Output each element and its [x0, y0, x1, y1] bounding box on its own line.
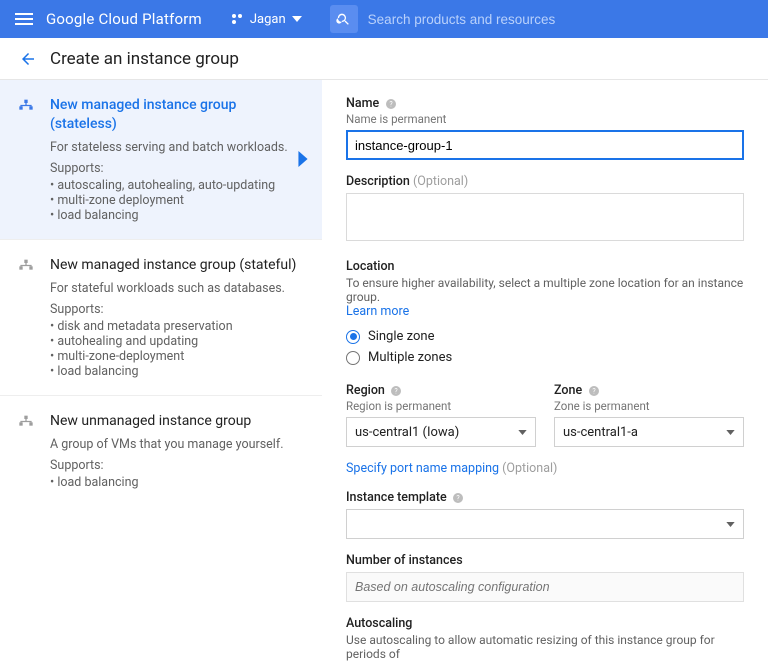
chevron-right-icon — [298, 151, 308, 167]
group-icon — [16, 258, 36, 278]
location-label: Location — [346, 259, 395, 274]
autoscaling-label: Autoscaling — [346, 616, 412, 631]
autoscaling-desc: Use autoscaling to allow automatic resiz… — [346, 633, 744, 661]
option-subtitle: A group of VMs that you manage yourself. — [50, 437, 304, 452]
group-icon — [16, 414, 36, 434]
option-unmanaged[interactable]: New unmanaged instance group A group of … — [0, 396, 322, 506]
radio-icon — [346, 330, 360, 344]
option-title: New managed instance group (stateless) — [50, 96, 304, 134]
option-subtitle: For stateful workloads such as databases… — [50, 281, 304, 296]
port-mapping-link[interactable]: Specify port name mapping — [346, 461, 502, 476]
radio-multiple-zones[interactable]: Multiple zones — [346, 350, 744, 365]
num-instances-input — [346, 572, 744, 602]
menu-icon[interactable] — [8, 3, 40, 35]
port-mapping-optional: (Optional) — [502, 461, 557, 476]
search-area — [330, 5, 760, 33]
description-input[interactable] — [346, 193, 744, 241]
num-instances-label: Number of instances — [346, 553, 463, 568]
option-title: New managed instance group (stateful) — [50, 256, 304, 275]
learn-more-link[interactable]: Learn more — [346, 304, 744, 319]
option-supports-label: Supports: — [50, 161, 304, 176]
option-supports-list: autoscaling, autohealing, auto-updating … — [50, 178, 304, 223]
search-icon[interactable] — [330, 5, 358, 33]
option-supports-label: Supports: — [50, 302, 304, 317]
back-button[interactable] — [14, 45, 42, 73]
chevron-down-icon — [726, 522, 735, 527]
option-stateless-mig[interactable]: New managed instance group (stateless) F… — [0, 80, 322, 240]
chevron-down-icon — [292, 16, 302, 22]
chevron-down-icon — [726, 430, 735, 435]
page-title: Create an instance group — [50, 49, 239, 69]
chevron-down-icon — [518, 430, 527, 435]
name-sublabel: Name is permanent — [346, 112, 744, 126]
help-icon[interactable]: ? — [384, 97, 397, 110]
top-header: Google Cloud Platform Jagan — [0, 0, 768, 38]
region-select[interactable]: us-central1 (Iowa) — [346, 417, 536, 447]
zone-label: Zone — [554, 383, 582, 398]
zone-sublabel: Zone is permanent — [554, 399, 744, 413]
radio-single-zone[interactable]: Single zone — [346, 329, 744, 344]
region-sublabel: Region is permanent — [346, 399, 536, 413]
option-supports-label: Supports: — [50, 458, 304, 473]
type-sidebar: New managed instance group (stateless) F… — [0, 80, 322, 661]
region-label: Region — [346, 383, 385, 398]
option-subtitle: For stateless serving and batch workload… — [50, 140, 304, 155]
instance-template-select[interactable] — [346, 509, 744, 539]
option-supports-list: load balancing — [50, 475, 304, 490]
instance-template-label: Instance template — [346, 490, 447, 505]
group-icon — [16, 98, 36, 118]
help-icon[interactable]: ? — [390, 384, 403, 397]
radio-icon — [346, 351, 360, 365]
brand-title: Google Cloud Platform — [46, 10, 202, 28]
form-panel: Name ? Name is permanent Description (Op… — [322, 80, 768, 661]
zone-select[interactable]: us-central1-a — [554, 417, 744, 447]
help-icon[interactable]: ? — [587, 384, 600, 397]
location-desc: To ensure higher availability, select a … — [346, 276, 744, 304]
help-icon[interactable]: ? — [452, 491, 465, 504]
option-title: New unmanaged instance group — [50, 412, 304, 431]
name-label: Name — [346, 96, 379, 111]
project-name: Jagan — [250, 12, 286, 27]
name-input[interactable] — [346, 130, 744, 160]
project-icon — [230, 12, 244, 26]
search-input[interactable] — [368, 12, 760, 27]
option-supports-list: disk and metadata preservation autoheali… — [50, 319, 304, 379]
title-bar: Create an instance group — [0, 38, 768, 80]
option-stateful-mig[interactable]: New managed instance group (stateful) Fo… — [0, 240, 322, 396]
content-area: New managed instance group (stateless) F… — [0, 80, 768, 661]
project-selector[interactable]: Jagan — [230, 12, 302, 27]
description-label: Description (Optional) — [346, 174, 468, 189]
